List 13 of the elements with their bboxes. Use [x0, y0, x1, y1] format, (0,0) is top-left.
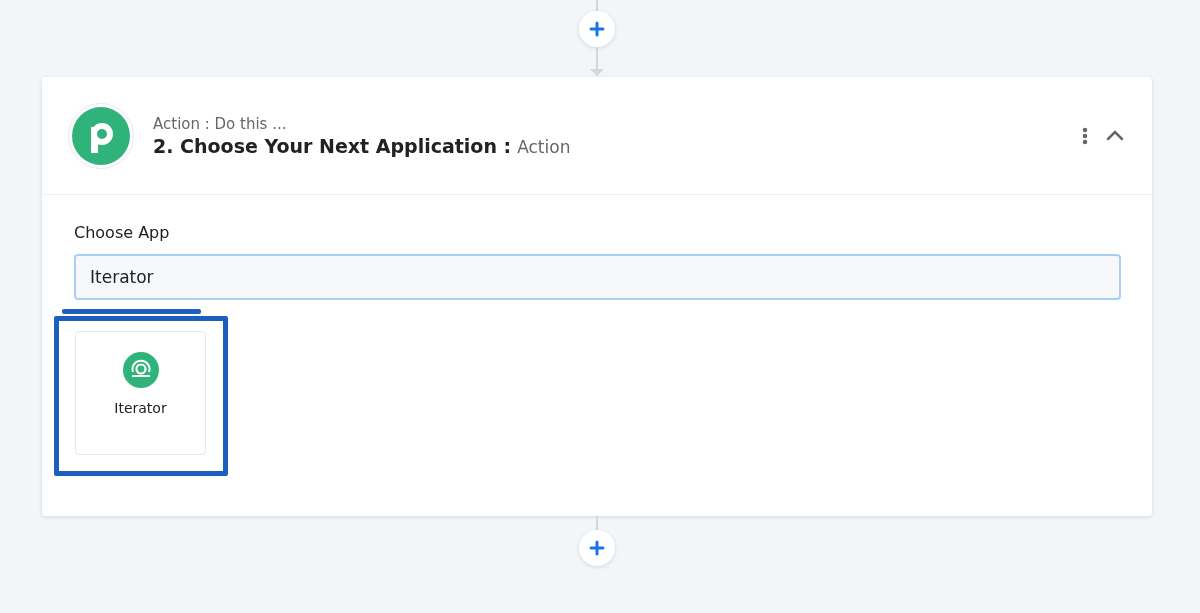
- app-result-tile[interactable]: Iterator: [75, 331, 206, 455]
- app-search-field[interactable]: Iterator: [74, 254, 1121, 300]
- add-step-button[interactable]: [579, 530, 615, 566]
- step-title: 2. Choose Your Next Application :: [153, 134, 512, 157]
- choose-app-label: Choose App: [74, 223, 171, 242]
- collapse-chevron-icon[interactable]: [1104, 128, 1126, 143]
- step-subtitle: Action : Do this ...: [153, 114, 288, 133]
- plus-icon: [589, 540, 605, 556]
- plus-icon: [589, 21, 605, 37]
- add-step-button[interactable]: [579, 11, 615, 47]
- step-type: Action: [517, 136, 571, 157]
- iterator-app-icon: [122, 352, 159, 388]
- app-name: Iterator: [114, 400, 167, 416]
